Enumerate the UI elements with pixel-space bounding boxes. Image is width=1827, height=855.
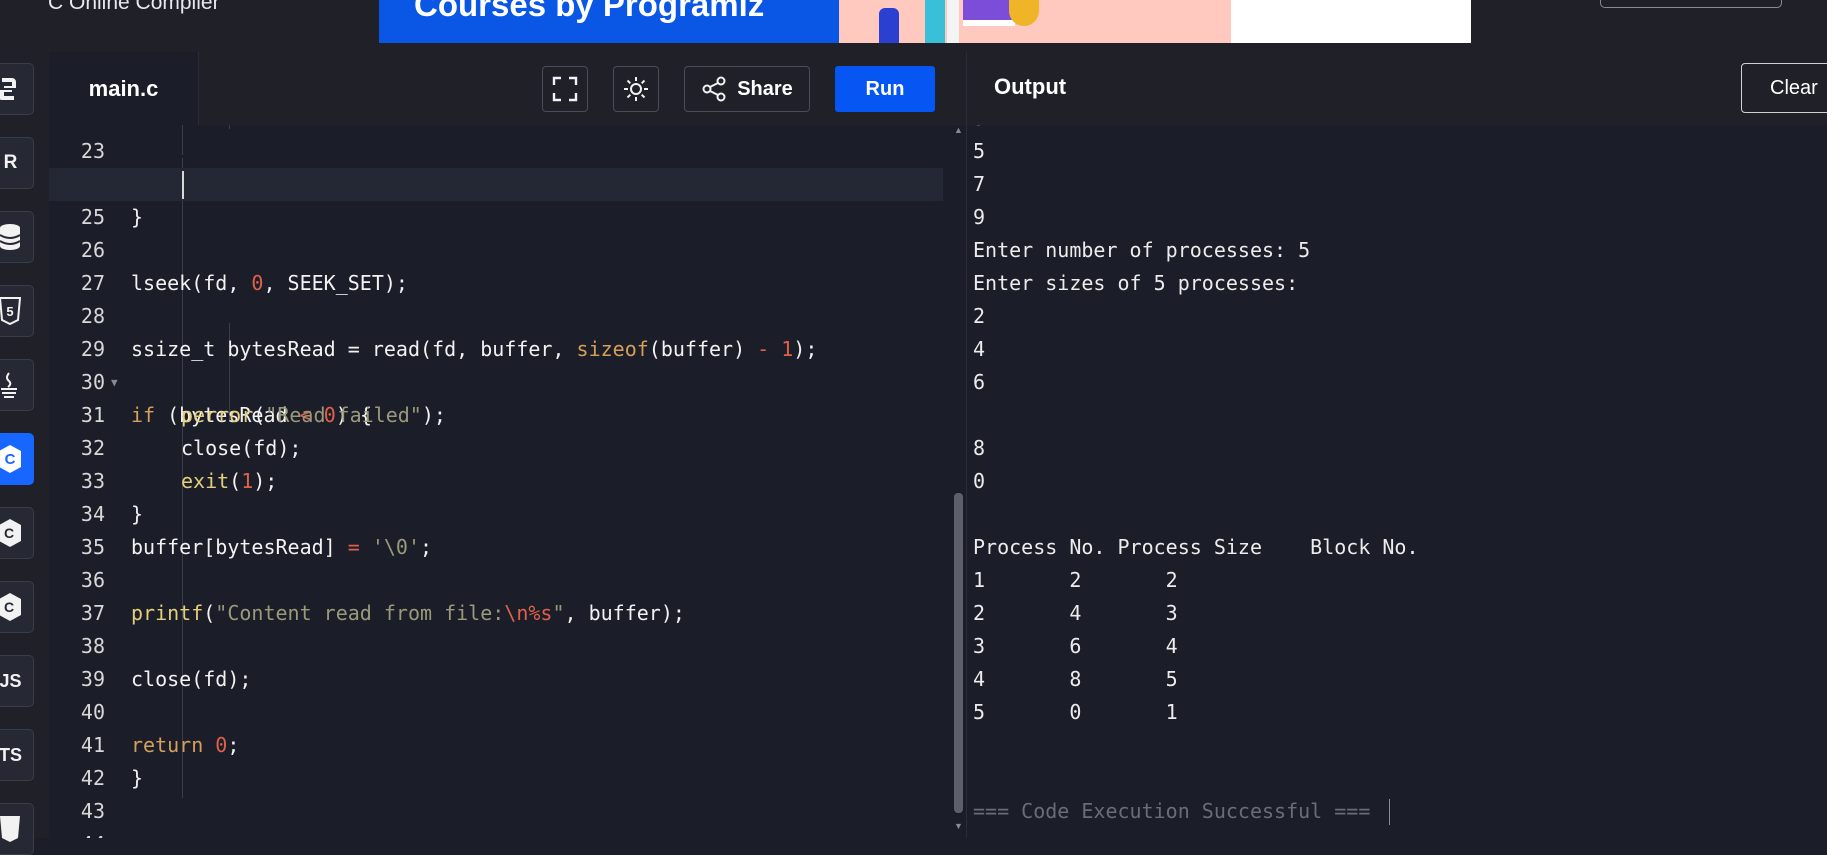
execution-status: === Code Execution Successful === (973, 799, 1371, 823)
output-line: 2 4 3 (973, 601, 1178, 625)
code-line: 26 lseek(fd, 0, SEEK_SET); (80, 238, 408, 295)
file-tab-main[interactable]: main.c (49, 52, 199, 126)
share-label: Share (737, 77, 793, 100)
sidebar-item-typescript[interactable]: TS (0, 729, 34, 781)
cpp-icon: C (0, 519, 21, 547)
code-line: 34 buffer[bytesRead] = '\0'; (80, 502, 433, 559)
clear-button[interactable]: Clear (1741, 63, 1827, 113)
code-line: 28 ssize_t bytesRead = read(fd, buffer, … (80, 304, 818, 361)
svg-text:C: C (4, 451, 15, 468)
c-icon: C (0, 445, 21, 473)
sidebar-item-css[interactable] (0, 803, 34, 855)
sun-icon (624, 77, 648, 101)
sidebar-item-javascript[interactable]: JS (0, 655, 34, 707)
app-title: C Online Compiler (48, 0, 220, 14)
css3-icon (0, 816, 20, 842)
editor-toolbar: main.c Share Run (49, 52, 966, 126)
output-header: Output Clear (966, 52, 1827, 126)
sidebar-item-python[interactable] (0, 63, 34, 115)
run-button[interactable]: Run (835, 66, 935, 112)
top-bar: C Online Compiler Courses by Programiz (0, 0, 1827, 52)
python-icon (0, 78, 16, 100)
code-line: 29 ▼ if (bytesRead < 0) { (80, 337, 372, 427)
r-icon: R (3, 152, 18, 173)
output-line: Enter number of processes: 5 (973, 238, 1311, 262)
sidebar-item-html[interactable]: 5 (0, 285, 34, 337)
svg-text:5: 5 (6, 304, 13, 319)
code-line: 30 perror("Read failed"); (80, 370, 446, 427)
output-line: 3 (973, 125, 985, 135)
output-line: 6 (973, 370, 986, 394)
svg-text:C: C (3, 599, 13, 615)
code-line: 35 (80, 535, 105, 559)
output-line: 5 (973, 139, 986, 163)
code-line: 39 (80, 667, 105, 691)
output-line: 4 8 5 (973, 667, 1178, 691)
javascript-icon: JS (0, 670, 22, 691)
share-button[interactable]: Share (684, 66, 810, 112)
code-line: 42 (80, 766, 105, 790)
code-line: 44 (49, 795, 966, 838)
sidebar-item-r[interactable]: R (0, 137, 34, 189)
code-editor[interactable]: 23 exit(1); 24 } 25 26 lseek(fd, 0, SEEK… (49, 125, 966, 838)
code-line: 43 (80, 799, 105, 823)
code-line: 40 return 0; (80, 700, 240, 757)
output-line: Process No. Process Size Block No. (973, 535, 1419, 559)
output-title: Output (994, 74, 1067, 99)
code-line: 31 close(fd); (80, 403, 302, 460)
courses-banner[interactable]: Courses by Programiz (379, 0, 1471, 43)
console-cursor (1389, 799, 1390, 825)
output-console[interactable]: 3 5 7 9 Enter number of processes: 5 Ent… (966, 125, 1827, 838)
sidebar-item-c[interactable]: C (0, 433, 34, 485)
top-right-button[interactable] (1600, 0, 1782, 8)
banner-text: Courses by Programiz (414, 0, 765, 23)
output-line: 1 2 2 (973, 568, 1178, 592)
sidebar-item-sql[interactable] (0, 211, 34, 263)
language-sidebar: R 5 C C C JS TS (0, 52, 50, 855)
database-icon (0, 224, 21, 250)
trophy-icon (1009, 0, 1039, 26)
typescript-icon: TS (0, 744, 22, 765)
output-line: 3 6 4 (973, 634, 1178, 658)
output-line: 5 0 1 (973, 700, 1178, 724)
fullscreen-button[interactable] (542, 66, 588, 112)
code-line: 37 (80, 601, 105, 625)
csharp-icon: C (0, 593, 21, 621)
code-line: 23 exit(1); (80, 139, 273, 196)
fullscreen-icon (552, 76, 578, 102)
share-icon (702, 76, 726, 102)
text-cursor (182, 171, 184, 199)
theme-toggle-button[interactable] (613, 66, 659, 112)
svg-text:C: C (3, 525, 13, 541)
code-line: 27 (80, 271, 105, 295)
output-line: 9 (973, 205, 986, 229)
code-line: 32 exit(1); (80, 436, 278, 493)
output-line: 7 (973, 172, 986, 196)
code-line: 41 } (80, 733, 144, 790)
sidebar-item-java[interactable] (0, 359, 34, 411)
sidebar-item-cpp[interactable]: C (0, 507, 34, 559)
output-line: 8 (973, 436, 986, 460)
code-line: 24 } (81, 172, 144, 229)
code-line: 38 close(fd); (80, 634, 252, 691)
scroll-up-icon[interactable]: ▲ (954, 125, 963, 135)
output-line: 0 (973, 469, 986, 493)
scroll-down-icon[interactable]: ▼ (954, 821, 963, 831)
output-line: Enter sizes of 5 processes: (973, 271, 1299, 295)
html5-icon: 5 (0, 297, 21, 325)
code-line: 33 } (80, 469, 144, 526)
sidebar-item-csharp[interactable]: C (0, 581, 34, 633)
output-line: 4 (973, 337, 986, 361)
java-icon (0, 372, 17, 398)
code-line: 36 printf("Content read from file:\n%s",… (80, 568, 685, 625)
editor-scrollbar-thumb[interactable] (954, 493, 963, 813)
output-line: 2 (973, 304, 986, 328)
